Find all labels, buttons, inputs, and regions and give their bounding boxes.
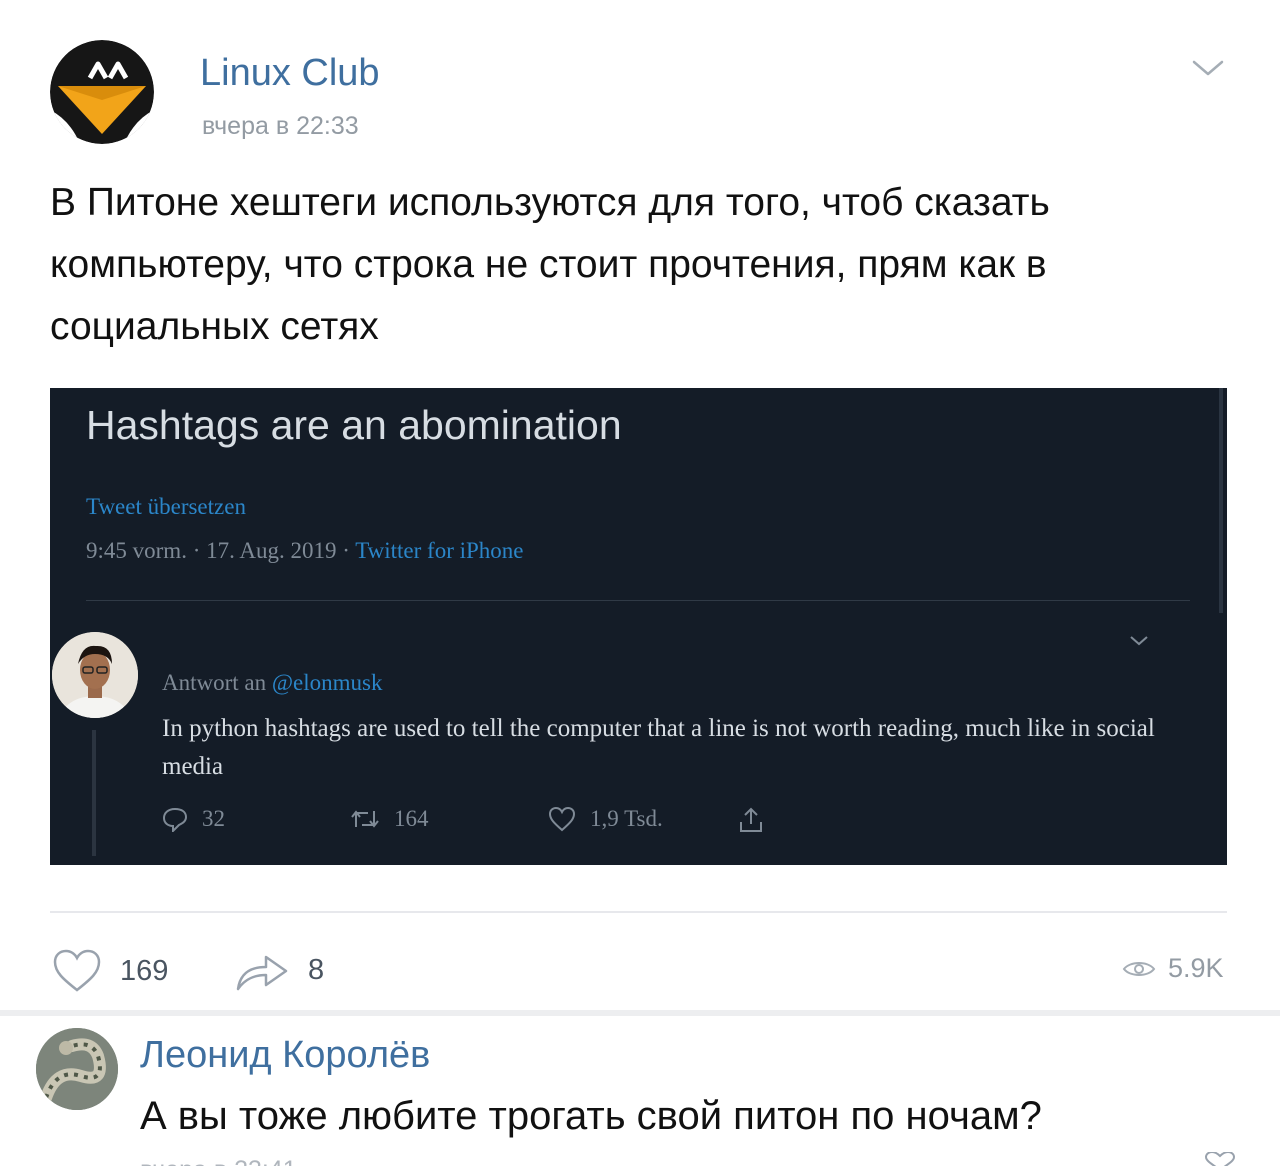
comment-avatar[interactable] (36, 1028, 118, 1110)
tweet-divider (86, 600, 1190, 601)
tweet-reply-count: 32 (162, 806, 225, 832)
tweet-actions: 32 164 1,9 Tsd. (162, 806, 862, 836)
tweet-text: Hashtags are an abomination (86, 402, 622, 448)
reply-text: In python hashtags are used to tell the … (162, 715, 1155, 780)
share-upload-icon (740, 807, 762, 832)
comment-author[interactable]: Леонид Королёв (140, 1034, 430, 1077)
reply-avatar (52, 632, 138, 718)
retweet-icon (351, 810, 379, 828)
chevron-down-icon (1192, 60, 1224, 76)
snake-photo-icon (36, 1028, 118, 1110)
person-photo-icon (52, 632, 138, 718)
comment-timestamp[interactable]: вчера в 23:41 (140, 1156, 297, 1166)
views-counter: 5.9K (1122, 953, 1224, 984)
tweet-reply-value: 32 (202, 806, 225, 831)
tweet-source: Twitter for iPhone (355, 538, 524, 563)
reply-to-handle: @elonmusk (271, 670, 383, 695)
eye-icon (1122, 961, 1156, 976)
views-count: 5.9K (1168, 953, 1224, 983)
tweet-like-count: 1,9 Tsd. (548, 806, 663, 832)
post-menu-button[interactable] (1188, 54, 1228, 82)
comment-text: А вы тоже любите трогать свой питон по н… (140, 1094, 1042, 1138)
tweet-scrollbar (1219, 388, 1223, 613)
heart-icon (548, 806, 576, 832)
tweet-retweet-count: 164 (350, 806, 429, 832)
penguin-logo-icon (50, 40, 154, 144)
post-footer-divider (50, 911, 1227, 913)
group-avatar[interactable] (50, 40, 154, 144)
tweet-translate-link: Tweet übersetzen (86, 494, 246, 519)
share-arrow-icon (236, 955, 288, 991)
comment-like-button[interactable] (1200, 1150, 1240, 1166)
comment-bubble-icon (162, 807, 188, 832)
share-button[interactable]: 8 (234, 947, 324, 993)
tweet-like-value: 1,9 Tsd. (590, 806, 663, 831)
like-button[interactable]: 169 (52, 949, 168, 993)
tweet-share (738, 806, 764, 834)
reply-to-line: Antwort an @elonmusk (162, 670, 383, 696)
like-count: 169 (120, 954, 169, 987)
tweet-meta: 9:45 vorm. · 17. Aug. 2019 · Twitter for… (86, 538, 524, 564)
post-attached-image[interactable]: Hashtags are an abomination Tweet überse… (50, 388, 1227, 865)
tweet-retweet-value: 164 (394, 806, 429, 831)
tweet-date: 9:45 vorm. · 17. Aug. 2019 · (86, 538, 356, 563)
heart-icon (53, 949, 101, 992)
tweet-chevron-icon (1128, 634, 1150, 648)
share-count: 8 (308, 953, 325, 986)
post-timestamp[interactable]: вчера в 22:33 (202, 112, 359, 141)
reply-to-prefix: Antwort an (162, 670, 272, 695)
comment-item: Леонид Королёв А вы тоже любите трогать … (0, 1016, 1280, 1166)
post-author[interactable]: Linux Club (200, 52, 380, 95)
reply-thread-line (92, 730, 96, 856)
post-card: Linux Club вчера в 22:33 В Питоне хештег… (0, 0, 1280, 1010)
heart-icon (1204, 1150, 1236, 1166)
post-text: В Питоне хештеги используются для того, … (50, 181, 1050, 348)
